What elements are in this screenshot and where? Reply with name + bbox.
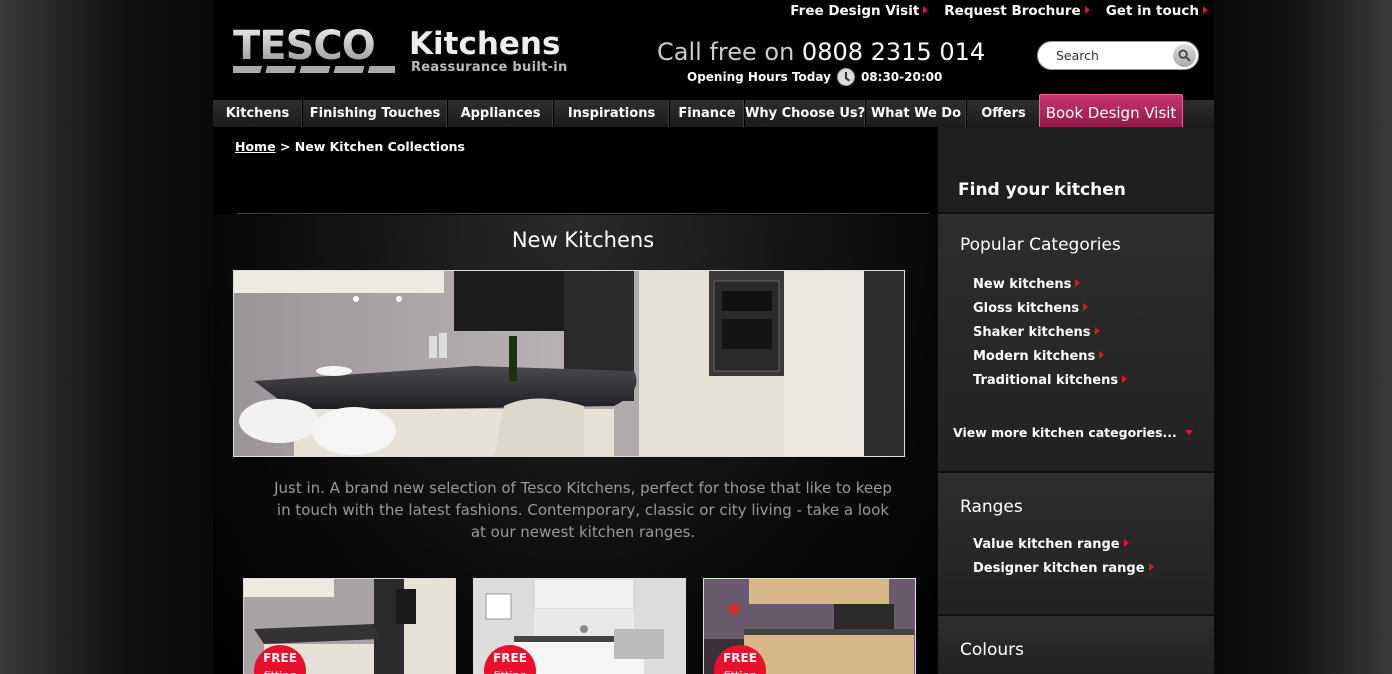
arrow-right-icon bbox=[1123, 539, 1129, 547]
kitchen-photo bbox=[234, 271, 904, 456]
clock-icon bbox=[836, 68, 855, 86]
logo-tagline: Reassurance built-in bbox=[411, 60, 568, 75]
range-label: Designer kitchen range bbox=[973, 561, 1145, 576]
hours-label: Opening Hours Today bbox=[687, 70, 831, 84]
badge-fitting: fitting bbox=[484, 667, 536, 674]
category-new-kitchens[interactable]: New kitchens bbox=[973, 273, 1127, 297]
kitchen-thumb-2[interactable]: FREE fitting bbox=[473, 578, 686, 674]
phone-number[interactable]: 0808 2315 014 bbox=[802, 38, 985, 66]
badge-fitting: fitting bbox=[254, 667, 306, 674]
logo-word: Kitchens bbox=[409, 26, 561, 62]
request-brochure-link[interactable]: Request Brochure bbox=[944, 3, 1090, 19]
arrow-right-icon bbox=[1083, 303, 1089, 311]
logo[interactable]: TESCO Kitchens Reassurance built-in bbox=[233, 26, 568, 75]
hero-image bbox=[233, 270, 905, 457]
category-shaker-kitchens[interactable]: Shaker kitchens bbox=[973, 321, 1127, 345]
nav-kitchens[interactable]: Kitchens bbox=[213, 100, 303, 127]
nav-finishing-touches[interactable]: Finishing Touches bbox=[303, 100, 448, 127]
page: Free Design Visit Request Brochure Get i… bbox=[213, 0, 1214, 674]
search-button[interactable] bbox=[1173, 44, 1196, 67]
opening-hours: Opening Hours Today 08:30-20:00 bbox=[687, 68, 942, 86]
tesco-logo-mark: TESCO bbox=[233, 26, 395, 73]
sidebar: Find your kitchen Popular Categories New… bbox=[938, 127, 1214, 674]
free-design-visit-link[interactable]: Free Design Visit bbox=[790, 3, 929, 19]
intro-text: Just in. A brand new selection of Tesco … bbox=[274, 479, 892, 541]
popular-categories-title: Popular Categories bbox=[960, 235, 1121, 255]
search-icon bbox=[1178, 49, 1191, 62]
free-fitting-badge: FREE fitting bbox=[484, 645, 536, 674]
nav-inspirations[interactable]: Inspirations bbox=[554, 100, 670, 127]
breadcrumb-home[interactable]: Home bbox=[235, 139, 276, 154]
breadcrumb: Home > New Kitchen Collections bbox=[235, 139, 465, 154]
get-in-touch-link[interactable]: Get in touch bbox=[1106, 3, 1208, 19]
range-value-kitchen[interactable]: Value kitchen range bbox=[973, 533, 1154, 557]
category-label: Shaker kitchens bbox=[973, 325, 1091, 340]
category-gloss-kitchens[interactable]: Gloss kitchens bbox=[973, 297, 1127, 321]
badge-free: FREE bbox=[493, 651, 527, 665]
range-label: Value kitchen range bbox=[973, 537, 1120, 552]
arrow-right-icon bbox=[1084, 6, 1090, 14]
category-traditional-kitchens[interactable]: Traditional kitchens bbox=[973, 369, 1128, 393]
arrow-right-icon bbox=[923, 6, 929, 14]
category-modern-kitchens[interactable]: Modern kitchens bbox=[973, 345, 1127, 369]
nav-finance[interactable]: Finance bbox=[670, 100, 745, 127]
phone-line: Call free on 0808 2315 014 bbox=[657, 38, 985, 66]
free-fitting-badge: FREE fitting bbox=[714, 645, 766, 674]
colours-title: Colours bbox=[960, 640, 1025, 660]
arrow-right-icon bbox=[1203, 6, 1208, 14]
view-more-categories-link[interactable]: View more kitchen categories... bbox=[953, 425, 1193, 440]
badge-free: FREE bbox=[263, 651, 297, 665]
range-designer-kitchen[interactable]: Designer kitchen range bbox=[973, 557, 1154, 581]
search-box bbox=[1037, 41, 1199, 70]
page-title: New Kitchens bbox=[511, 228, 655, 252]
badge-free: FREE bbox=[723, 651, 757, 665]
arrow-right-icon bbox=[1094, 327, 1100, 335]
popular-categories-list: New kitchens Gloss kitchens Shaker kitch… bbox=[973, 273, 1128, 393]
search-input[interactable] bbox=[1056, 48, 1166, 63]
category-label: Gloss kitchens bbox=[973, 301, 1080, 316]
free-fitting-badge: FREE fitting bbox=[254, 645, 306, 674]
chevron-down-icon bbox=[1184, 430, 1193, 435]
get-in-touch-label: Get in touch bbox=[1105, 3, 1199, 19]
category-label: New kitchens bbox=[973, 277, 1072, 292]
brand-name: TESCO bbox=[233, 26, 395, 66]
view-more-label: View more kitchen categories... bbox=[953, 425, 1177, 440]
phone-prefix: Call free on bbox=[657, 38, 795, 66]
arrow-right-icon bbox=[1075, 279, 1081, 287]
badge-fitting: fitting bbox=[714, 667, 766, 674]
category-label: Traditional kitchens bbox=[973, 373, 1119, 388]
nav-why-choose-us[interactable]: Why Choose Us? bbox=[745, 100, 866, 127]
free-design-visit-label: Free Design Visit bbox=[790, 3, 920, 19]
kitchen-thumb-1[interactable]: FREE fitting bbox=[243, 578, 456, 674]
ranges-title: Ranges bbox=[960, 497, 1023, 517]
ranges-list: Value kitchen range Designer kitchen ran… bbox=[973, 533, 1154, 581]
arrow-right-icon bbox=[1122, 375, 1128, 383]
divider bbox=[237, 213, 929, 214]
top-links: Free Design Visit Request Brochure Get i… bbox=[790, 3, 1208, 19]
arrow-right-icon bbox=[1148, 563, 1154, 571]
hours-time: 08:30-20:00 bbox=[860, 70, 943, 84]
sidebar-header: Find your kitchen bbox=[958, 180, 1126, 200]
nav-offers[interactable]: Offers bbox=[967, 100, 1041, 127]
popular-categories-panel: Popular Categories New kitchens Gloss ki… bbox=[938, 215, 1214, 471]
request-brochure-label: Request Brochure bbox=[944, 3, 1081, 19]
nav-what-we-do[interactable]: What We Do bbox=[866, 100, 967, 127]
colours-panel: Colours bbox=[938, 617, 1214, 674]
breadcrumb-separator: > bbox=[279, 139, 291, 154]
ranges-panel: Ranges Value kitchen range Designer kitc… bbox=[938, 474, 1214, 614]
category-label: Modern kitchens bbox=[973, 349, 1096, 364]
nav-appliances[interactable]: Appliances bbox=[448, 100, 554, 127]
arrow-right-icon bbox=[1099, 351, 1105, 359]
main-content: New Kitchens Just in. A brand new select… bbox=[213, 127, 938, 674]
breadcrumb-current: New Kitchen Collections bbox=[294, 139, 465, 154]
kitchen-thumb-3[interactable]: FREE fitting bbox=[703, 578, 916, 674]
